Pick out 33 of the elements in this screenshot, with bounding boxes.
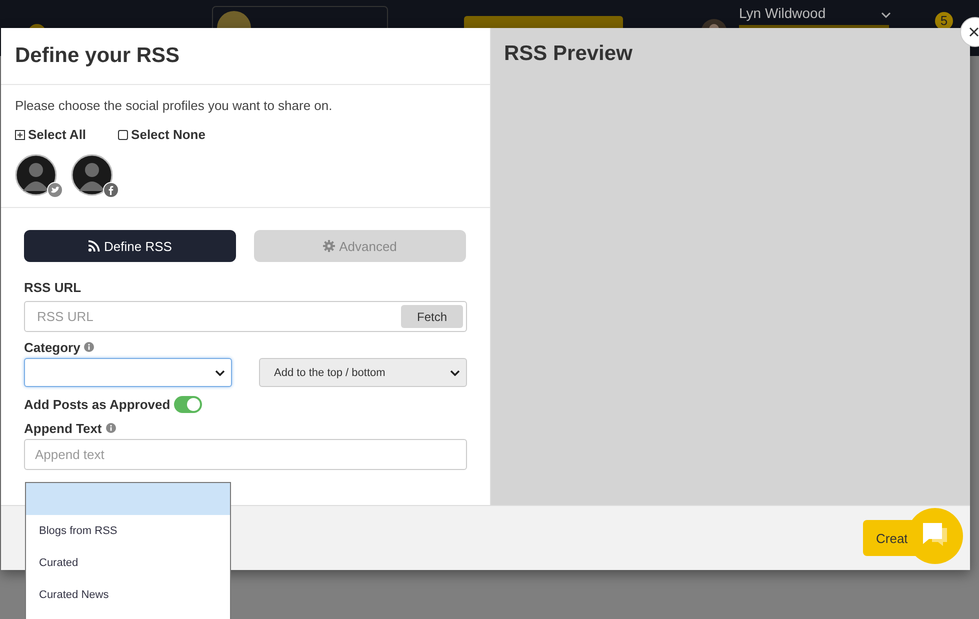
info-icon [84,342,94,352]
field-label: Add Posts as Approved [24,396,170,412]
dropdown-option[interactable]: Curated [26,547,230,579]
preview-title: RSS Preview [504,42,632,65]
instructions-text: Please choose the social profiles you want to share on. [15,98,334,113]
position-select[interactable]: Add to the top / bottom [259,358,467,387]
close-icon [969,27,979,37]
rss-icon [88,240,100,252]
profile-avatar[interactable] [71,154,119,198]
append-text-field[interactable]: Append text [24,439,467,470]
chevron-down-icon [215,370,225,376]
info-icon [106,423,116,433]
fetch-button[interactable]: Fetch [401,305,463,328]
dropdown-option[interactable]: Blogs from RSS [26,515,230,547]
toggle-switch[interactable] [174,396,202,412]
select-all-link[interactable]: Select All [15,127,86,142]
plus-square-icon [15,130,25,140]
facebook-icon [103,182,119,198]
bird-icon [47,182,63,198]
field-label: Category [24,340,80,354]
field-label: RSS URL [24,280,82,295]
square-icon [118,130,128,140]
tab[interactable]: Define RSS [24,230,236,262]
chevron-down-icon[interactable] [881,12,891,18]
gear-icon [323,240,336,252]
modal-title: Define your RSS [15,44,180,68]
select-none-link[interactable]: Select None [118,127,206,142]
rss-url-field[interactable]: RSS URL Fetch [24,301,467,332]
profile-avatar[interactable] [15,154,63,198]
field-label: Append Text [24,420,102,436]
chevron-down-icon [450,370,460,376]
dropdown-option[interactable]: Curated News [26,579,230,611]
user-name[interactable]: Lyn Wildwood [739,5,889,21]
